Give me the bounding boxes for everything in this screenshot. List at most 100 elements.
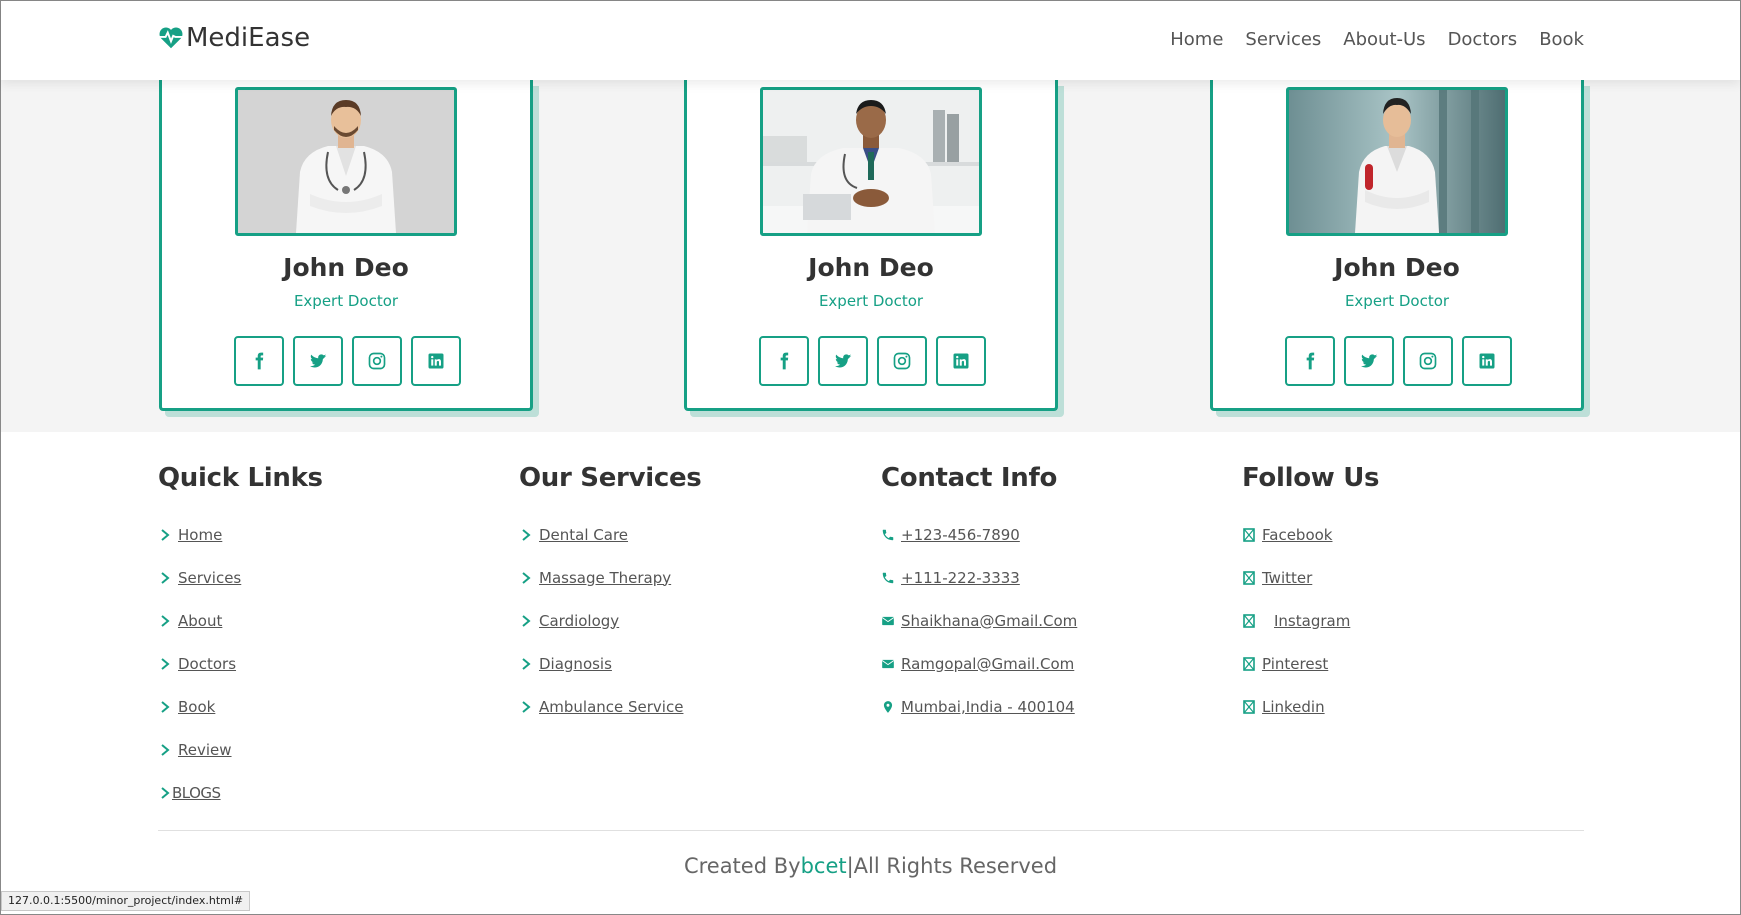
linkedin-button[interactable] [411,336,461,386]
footer-link-services[interactable]: Services [158,556,323,599]
follow-label: Facebook [1262,525,1333,544]
follow-facebook[interactable]: Facebook [1242,513,1379,556]
follow-twitter[interactable]: Twitter [1242,556,1379,599]
footer-link-label: Ambulance Service [539,697,684,716]
nav-book[interactable]: Book [1539,29,1584,50]
brand-logo[interactable]: MediEase [158,23,310,53]
chevron-right-icon [522,571,531,584]
footer-service-link[interactable]: Ambulance Service [519,685,701,728]
footer-link-about[interactable]: About [158,599,323,642]
contact-label: Shaikhana@Gmail.Com [901,611,1078,630]
footer-credit: Created Bybcet|All Rights Reserved [1,854,1740,878]
footer-link-label: Home [178,525,223,544]
map-marker-icon [883,700,893,713]
nav-about-us[interactable]: About-Us [1343,29,1425,50]
footer-link-doctors[interactable]: Doctors [158,642,323,685]
instagram-icon [1419,352,1437,370]
follow-label: Linkedin [1262,697,1325,716]
footer-service-link[interactable]: Cardiology [519,599,701,642]
missing-glyph-icon [1243,613,1255,628]
phone-icon [882,572,894,583]
footer-link-label: Diagnosis [539,654,612,673]
contact-phone-1[interactable]: +123-456-7890 [881,513,1077,556]
instagram-button[interactable] [1403,336,1453,386]
contact-label: Mumbai,India - 400104 [901,697,1075,716]
footer-link-book[interactable]: Book [158,685,323,728]
chevron-right-icon [161,571,170,584]
footer-link-label: Services [178,568,242,587]
facebook-button[interactable] [1285,336,1335,386]
follow-title: Follow Us [1242,463,1380,493]
linkedin-icon [953,353,969,369]
twitter-button[interactable] [818,336,868,386]
quick-links-column: Quick Links Home Services About Doctors … [158,463,323,814]
services-column: Our Services Dental Care Massage Therapy… [519,463,702,728]
missing-glyph-icon [1243,699,1255,714]
instagram-button[interactable] [352,336,402,386]
doctor-card: John Deo Expert Doctor [1210,80,1584,411]
doctor-role: Expert Doctor [293,292,399,310]
main-nav: Home Services About-Us Doctors Book [1170,29,1584,50]
facebook-icon [255,352,264,370]
footer-link-label: Book [178,697,216,716]
contact-label: +123-456-7890 [901,525,1020,544]
site-header: MediEase Home Services About-Us Doctors … [1,1,1740,80]
credit-prefix: Created By [683,854,801,878]
credit-brand[interactable]: bcet [801,854,847,878]
credit-suffix: |All Rights Reserved [846,854,1058,878]
doctor-photo [1286,87,1508,236]
follow-instagram[interactable]: Instagram [1242,599,1379,642]
linkedin-button[interactable] [936,336,986,386]
contact-label: Ramgopal@Gmail.Com [901,654,1075,673]
chevron-right-icon [161,786,170,799]
follow-label: Pinterest [1262,654,1329,673]
linkedin-icon [428,353,444,369]
footer-link-label: Dental Care [539,525,629,544]
nav-services[interactable]: Services [1245,29,1321,50]
nav-doctors[interactable]: Doctors [1448,29,1518,50]
linkedin-icon [1479,353,1495,369]
contact-email-2[interactable]: Ramgopal@Gmail.Com [881,642,1077,685]
twitter-button[interactable] [1344,336,1394,386]
browser-status-url: 127.0.0.1:5500/minor_project/index.html# [1,891,251,911]
contact-address[interactable]: Mumbai,India - 400104 [881,685,1077,728]
footer-link-home[interactable]: Home [158,513,323,556]
linkedin-button[interactable] [1462,336,1512,386]
footer-service-link[interactable]: Diagnosis [519,642,701,685]
doctor-role: Expert Doctor [818,292,924,310]
footer-link-blogs[interactable]: BLOGS [158,771,323,814]
missing-glyph-icon [1243,527,1255,542]
doctor-socials [1285,336,1512,386]
chevron-right-icon [522,700,531,713]
instagram-button[interactable] [877,336,927,386]
follow-column: Follow Us Facebook Twitter Instagram Pin… [1242,463,1380,728]
doctor-name: John Deo [808,253,934,282]
twitter-button[interactable] [293,336,343,386]
contact-title: Contact Info [881,463,1058,493]
chevron-right-icon [522,614,531,627]
doctor-photo [760,87,982,236]
footer-service-link[interactable]: Dental Care [519,513,701,556]
footer-divider [158,830,1584,831]
doctor-name: John Deo [1334,253,1460,282]
brand-name: MediEase [186,23,311,53]
doctor-socials [234,336,461,386]
nav-home[interactable]: Home [1170,29,1223,50]
footer-service-link[interactable]: Massage Therapy [519,556,701,599]
doctor-card: John Deo Expert Doctor [159,80,533,411]
footer-link-label: Cardiology [539,611,620,630]
footer-link-review[interactable]: Review [158,728,323,771]
contact-column: Contact Info +123-456-7890 +111-222-3333… [881,463,1077,728]
envelope-icon [881,616,895,625]
facebook-button[interactable] [234,336,284,386]
footer-link-label: Massage Therapy [539,568,672,587]
missing-glyph-icon [1243,570,1255,585]
services-title: Our Services [519,463,702,493]
contact-phone-2[interactable]: +111-222-3333 [881,556,1077,599]
follow-pinterest[interactable]: Pinterest [1242,642,1379,685]
facebook-button[interactable] [759,336,809,386]
chevron-right-icon [522,657,531,670]
chevron-right-icon [161,614,170,627]
follow-linkedin[interactable]: Linkedin [1242,685,1379,728]
contact-email-1[interactable]: Shaikhana@Gmail.Com [881,599,1077,642]
